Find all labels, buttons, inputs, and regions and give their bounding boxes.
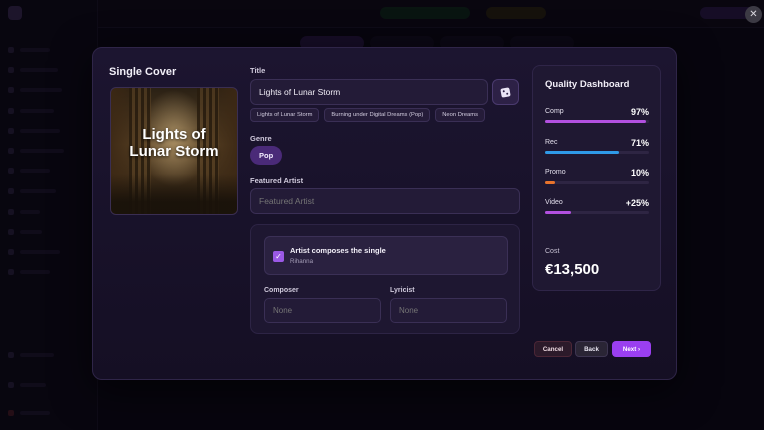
metric-track [545, 151, 649, 154]
composes-checkbox[interactable]: ✓ [273, 251, 284, 262]
genre-label: Genre [250, 134, 272, 143]
title-suggestions: Lights of Lunar Storm Burning under Digi… [250, 108, 486, 122]
metric-rec: Rec 71% [545, 138, 649, 154]
genre-pill[interactable]: Pop [250, 146, 283, 165]
metric-value: +25% [625, 198, 649, 208]
metric-value: 10% [630, 168, 649, 178]
metric-track [545, 211, 649, 214]
dice-icon [500, 86, 511, 98]
close-icon: ✕ [749, 9, 758, 20]
title-suggestion-chip[interactable]: Neon Dreams [435, 108, 486, 122]
close-button[interactable]: ✕ [745, 6, 762, 23]
artist-composes-toggle[interactable]: ✓ Artist composes the single Rihanna [264, 236, 508, 275]
metric-fill [545, 151, 619, 154]
metric-comp: Comp 97% [545, 107, 649, 123]
cancel-button[interactable]: Cancel [534, 341, 572, 357]
cover-section-title: Single Cover [109, 66, 177, 78]
metric-track [545, 181, 649, 184]
metric-fill [545, 181, 556, 184]
title-input[interactable] [250, 79, 488, 105]
metric-value: 71% [630, 138, 649, 148]
cost-value: €13,500 [545, 261, 600, 278]
cover-floor [111, 174, 237, 214]
check-icon: ✓ [275, 252, 282, 261]
cost-label: Cost [545, 248, 560, 255]
randomize-title-button[interactable] [492, 79, 519, 105]
featured-artist-input[interactable] [250, 188, 520, 214]
composer-input[interactable] [264, 298, 381, 323]
lyricist-label: Lyricist [390, 287, 415, 294]
quality-dashboard: Quality Dashboard Comp 97% Rec 71% Promo… [532, 65, 661, 291]
metric-promo: Promo 10% [545, 168, 649, 184]
metric-fill [545, 120, 646, 123]
metric-track [545, 120, 649, 123]
songwriting-panel: ✓ Artist composes the single Rihanna Com… [250, 224, 520, 334]
title-suggestion-chip[interactable]: Lights of Lunar Storm [250, 108, 320, 122]
metric-value: 97% [630, 107, 649, 117]
lyricist-input[interactable] [390, 298, 507, 323]
featured-artist-label: Featured Artist [250, 176, 304, 185]
cover-art: Lights of Lunar Storm [110, 87, 238, 215]
composes-artist-name: Rihanna [290, 258, 314, 265]
metric-fill [545, 211, 571, 214]
title-suggestion-chip[interactable]: Burning under Digital Dreams (Pop) [324, 108, 431, 122]
next-button[interactable]: Next › [612, 341, 651, 357]
back-button[interactable]: Back [575, 341, 608, 357]
single-release-dialog: Single Cover Lights of Lunar Storm Title… [92, 47, 677, 380]
dashboard-title: Quality Dashboard [545, 79, 630, 90]
metric-video: Video +25% [545, 198, 649, 214]
composer-label: Composer [264, 287, 299, 294]
composes-title: Artist composes the single [290, 246, 386, 255]
cover-title-text: Lights of Lunar Storm [129, 126, 219, 160]
title-label: Title [250, 66, 266, 75]
